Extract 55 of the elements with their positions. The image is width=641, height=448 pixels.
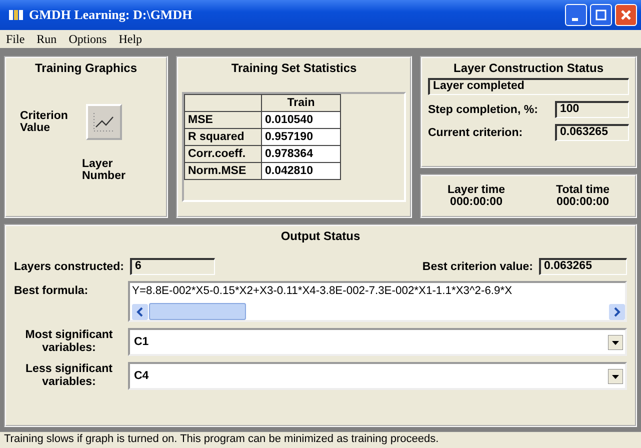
field-label: Best formula: <box>14 284 90 299</box>
maximize-icon <box>595 9 607 21</box>
menu-item[interactable]: Run <box>36 32 57 46</box>
menu-item[interactable]: File <box>6 32 25 46</box>
time-value: 000:00:00 <box>450 196 502 208</box>
field-label: Less significant variables: <box>24 363 114 389</box>
window-title: GMDH Learning: D:\GMDH <box>29 7 192 23</box>
variables-dropdown[interactable]: C1 <box>128 328 627 356</box>
time-value: 000:00:00 <box>556 196 609 208</box>
maximize-button[interactable] <box>590 4 612 26</box>
best-criterion-field: 0.063265 <box>539 258 627 275</box>
menu-item[interactable]: Help <box>118 32 142 46</box>
axis-label: Layer Number <box>82 158 126 182</box>
close-icon <box>620 9 632 21</box>
row-header: R squared <box>184 128 262 146</box>
formula-field[interactable]: Y=8.8E-002*X5-0.15*X2+X3-0.11*X4-3.8E-002-7.3E-002*X1-1.1*X3^2-6.9*X <box>128 281 627 322</box>
field-label: Best criterion value: <box>422 260 533 272</box>
field-label: Layers constructed: <box>14 260 124 272</box>
formula-text: Y=8.8E-002*X5-0.15*X2+X3-0.11*X4-3.8E-002-7.3E-002*X1-1.1*X3^2-6.9*X <box>132 285 514 297</box>
table-cell: 0.042810 <box>262 162 340 180</box>
row-header: MSE <box>184 112 262 128</box>
status-bar: Training slows if graph is turned on. This program can be minimized as training proceeds. <box>0 431 641 448</box>
app-icon <box>8 8 24 22</box>
axis-label: Criterion Value <box>20 110 69 134</box>
graph-button[interactable] <box>86 104 122 140</box>
minimize-icon <box>572 18 578 20</box>
scroll-right-icon <box>609 304 625 320</box>
panel-title: Training Set Statistics <box>230 60 358 77</box>
time-label: Layer time <box>448 184 506 196</box>
field-label: Step completion, %: <box>428 104 538 116</box>
time-label: Total time <box>556 184 610 196</box>
dropdown-arrow-icon <box>608 368 623 384</box>
status-field: Layer completed <box>428 78 629 95</box>
minimize-button[interactable] <box>565 4 587 26</box>
scroll-left-icon <box>132 304 148 320</box>
menu-item[interactable]: Options <box>68 32 107 46</box>
row-header: Corr.coeff. <box>184 146 262 162</box>
panel-title: Training Graphics <box>34 60 138 77</box>
variables-dropdown[interactable]: C4 <box>128 362 627 390</box>
horizontal-scrollbar[interactable] <box>132 303 625 320</box>
field-label: Most significant variables: <box>24 329 114 355</box>
close-button[interactable] <box>615 4 637 26</box>
row-header: Norm.MSE <box>184 162 262 180</box>
column-header: Train <box>262 94 340 112</box>
panel-title: Output Status <box>280 228 362 245</box>
step-field: 100 <box>555 101 629 118</box>
table-cell: 0.957190 <box>262 128 340 146</box>
table-cell: 0.010540 <box>262 112 340 128</box>
field-label: Current criterion: <box>428 126 523 138</box>
panel-title: Layer Construction Status <box>452 60 605 77</box>
line-chart-icon <box>92 111 116 133</box>
criterion-field: 0.063265 <box>555 124 629 141</box>
table-cell: 0.978364 <box>262 146 340 162</box>
layers-field: 6 <box>130 258 215 275</box>
dropdown-arrow-icon <box>608 334 623 350</box>
